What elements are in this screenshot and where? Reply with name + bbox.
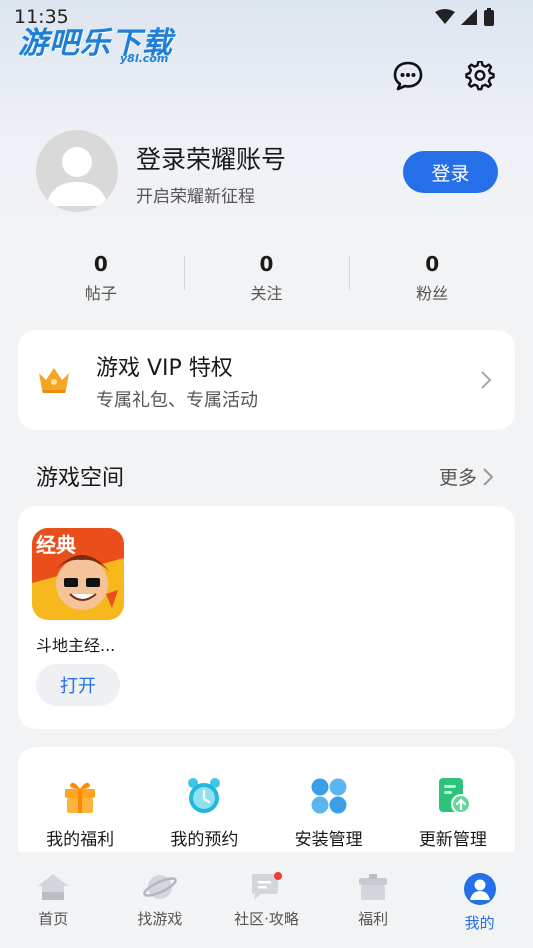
tool-label: 我的福利 xyxy=(46,830,115,850)
chevron-right-icon xyxy=(481,371,492,389)
tools-card: 我的福利 我的预约 安装管理 更新管理 xyxy=(18,747,515,853)
nav-label: 首页 xyxy=(38,910,69,928)
profile-section: 登录荣耀账号 开启荣耀新征程 登录 xyxy=(0,128,533,218)
nav-item-community[interactable]: 社区·攻略 xyxy=(213,852,320,948)
profile-subtitle: 开启荣耀新征程 xyxy=(136,187,255,207)
watermark-subtext: y8l.com xyxy=(120,52,169,65)
nav-label: 社区·攻略 xyxy=(234,910,299,928)
profile-title[interactable]: 登录荣耀账号 xyxy=(136,140,286,176)
tool-update-management[interactable]: 更新管理 xyxy=(391,777,515,850)
game-badge-text: 经典 xyxy=(36,533,76,557)
game-space-title: 游戏空间 xyxy=(36,466,125,491)
open-game-button[interactable]: 打开 xyxy=(36,664,120,706)
nav-item-find-games[interactable]: 找游戏 xyxy=(107,852,214,948)
vip-card[interactable]: 游戏 VIP 特权 专属礼包、专属活动 xyxy=(18,330,515,430)
game-icon[interactable]: 经典 xyxy=(32,528,124,620)
stat-label: 粉丝 xyxy=(416,284,449,303)
gift-icon xyxy=(65,782,96,813)
stat-value: 0 xyxy=(259,252,274,276)
tool-label: 更新管理 xyxy=(418,830,487,850)
avatar[interactable] xyxy=(36,130,118,212)
bottom-nav: 首页 找游戏 社区·攻略 福利 我的 xyxy=(0,852,533,948)
signal-icon xyxy=(461,9,477,25)
stat-followers[interactable]: 0 粉丝 xyxy=(349,252,515,312)
game-name: 斗地主经... xyxy=(36,636,116,655)
tool-label: 我的预约 xyxy=(170,830,239,850)
stat-value: 0 xyxy=(93,252,108,276)
vip-title: 游戏 VIP 特权 xyxy=(96,356,233,381)
gift-box-icon xyxy=(359,874,388,900)
tool-install-management[interactable]: 安装管理 xyxy=(267,777,391,850)
default-avatar-icon xyxy=(46,147,108,206)
stat-label: 关注 xyxy=(250,284,283,303)
message-button[interactable] xyxy=(390,58,426,94)
tool-my-reservations[interactable]: 我的预约 xyxy=(142,777,266,850)
tool-my-welfare[interactable]: 我的福利 xyxy=(18,777,142,850)
gear-icon xyxy=(465,61,495,91)
more-link[interactable]: 更多 xyxy=(439,463,493,490)
nav-item-mine[interactable]: 我的 xyxy=(426,852,533,948)
chat-bubble-icon xyxy=(252,872,283,900)
nav-label: 找游戏 xyxy=(137,910,183,928)
stat-following[interactable]: 0 关注 xyxy=(184,252,350,312)
doudizhu-game-art: 经典 xyxy=(32,528,124,620)
nav-label: 福利 xyxy=(358,910,389,928)
chevron-right-icon xyxy=(483,467,493,486)
status-icons xyxy=(435,8,495,26)
battery-icon xyxy=(484,8,494,26)
stat-posts[interactable]: 0 帖子 xyxy=(18,252,184,312)
nav-item-welfare[interactable]: 福利 xyxy=(320,852,427,948)
apps-grid-icon xyxy=(311,778,347,814)
message-icon xyxy=(393,61,423,91)
stats-row: 0 帖子 0 关注 0 粉丝 xyxy=(18,252,515,312)
nav-label: 我的 xyxy=(464,914,495,932)
vip-subtitle: 专属礼包、专属活动 xyxy=(96,390,258,411)
alarm-clock-icon xyxy=(188,778,221,813)
update-file-icon xyxy=(438,778,471,814)
login-button[interactable]: 登录 xyxy=(403,151,498,193)
wifi-icon xyxy=(435,9,455,24)
stat-value: 0 xyxy=(425,252,440,276)
home-icon xyxy=(38,874,69,900)
user-icon xyxy=(463,873,496,905)
tool-label: 安装管理 xyxy=(294,830,363,850)
nav-item-home[interactable]: 首页 xyxy=(0,852,107,948)
planet-icon xyxy=(143,875,177,899)
stat-label: 帖子 xyxy=(84,284,117,303)
game-space-card: 经典 斗地主经... 打开 xyxy=(18,506,515,729)
settings-button[interactable] xyxy=(462,58,498,94)
crown-icon xyxy=(39,368,69,393)
more-label: 更多 xyxy=(438,467,477,489)
